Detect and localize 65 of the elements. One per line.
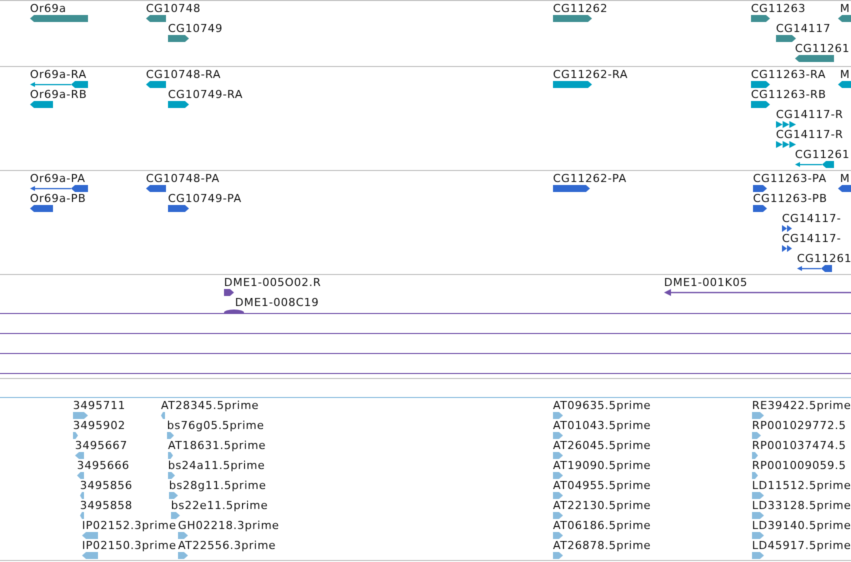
feature-label: CG11262 — [553, 2, 608, 15]
feature-label: IP02152.3prime — [82, 519, 176, 532]
feature-label: CG11262-RA — [553, 68, 628, 81]
feature-label: bs24a11.5prime — [168, 459, 265, 472]
feature-label: CG10748 — [146, 2, 201, 15]
feature-label: M — [840, 2, 850, 15]
feature-label: CG10749-PA — [168, 192, 242, 205]
feature-label: CG11261 — [795, 148, 850, 161]
feature-label: 3495711 — [73, 399, 126, 412]
feature-label: CG10748-RA — [146, 68, 221, 81]
feature-label: Or69a-PA — [30, 172, 86, 185]
feature-label: DME1-005O02.R — [224, 276, 322, 289]
feature-label: Or69a-RA — [30, 68, 87, 81]
feature-label: AT19090.5prime — [553, 459, 651, 472]
feature-label: LD11512.5prime — [752, 479, 851, 492]
feature-label: CG14117 — [776, 22, 831, 35]
feature-label: LD45917.5prime — [752, 539, 851, 552]
feature-label: AT22556.3prime — [178, 539, 276, 552]
feature-label: AT18631.5prime — [168, 439, 266, 452]
feature-label: CG14117-R — [776, 108, 844, 121]
feature-label: bs76g05.5prime — [167, 419, 264, 432]
feature-label: GH02218.3prime — [178, 519, 280, 532]
feature-label: AT26045.5prime — [553, 439, 651, 452]
feature-label: CG11261 — [797, 252, 851, 265]
feature-label: Or69a-RB — [30, 88, 88, 101]
feature-label: RP001037474.5 — [752, 439, 846, 452]
feature-label: RP001009059.5 — [752, 459, 846, 472]
feature-label: M — [840, 172, 850, 185]
feature-label: LD33128.5prime — [752, 499, 851, 512]
feature-label: CG14117- — [782, 232, 842, 245]
feature-label: DME1-008C19 — [235, 296, 320, 309]
feature-label: DME1-001K05 — [664, 276, 748, 289]
feature-label: 3495902 — [73, 419, 126, 432]
feature-label: 3495856 — [80, 479, 132, 492]
feature-label: AT06186.5prime — [553, 519, 651, 532]
feature-label: CG10749-RA — [168, 88, 243, 101]
feature-label: CG11263-PB — [753, 192, 828, 205]
feature-label: AT26878.5prime — [553, 539, 651, 552]
feature-label: RE39422.5prime — [752, 399, 851, 412]
feature-label: CG14117-R — [776, 128, 844, 141]
feature-label: CG10748-PA — [146, 172, 220, 185]
feature-label: IP02150.3prime — [82, 539, 176, 552]
feature-label: bs28g11.5prime — [169, 479, 266, 492]
feature-label: CG11263-RA — [751, 68, 826, 81]
feature-label: CG10749 — [168, 22, 223, 35]
feature-label: 3495858 — [80, 499, 132, 512]
feature-label: CG11261 — [795, 42, 850, 55]
feature-label: CG11263-RB — [751, 88, 826, 101]
feature-label: AT22130.5prime — [553, 499, 651, 512]
feature-label: Or69a — [30, 2, 66, 15]
feature-label: CG14117- — [782, 212, 842, 225]
feature-label: LD39140.5prime — [752, 519, 851, 532]
feature-label: CG11263-PA — [753, 172, 827, 185]
feature-label: AT04955.5prime — [553, 479, 651, 492]
feature-label: 3495667 — [75, 439, 128, 452]
feature-label: 3495666 — [77, 459, 130, 472]
feature-label: CG11263 — [751, 2, 806, 15]
feature-label: AT09635.5prime — [553, 399, 651, 412]
feature-label: Or69a-PB — [30, 192, 86, 205]
feature-label: bs22e11.5prime — [171, 499, 268, 512]
feature-label: M — [840, 68, 850, 81]
feature-label: AT28345.5prime — [161, 399, 259, 412]
feature-label: CG11262-PA — [553, 172, 627, 185]
feature-label: AT01043.5prime — [553, 419, 651, 432]
feature-label: RP001029772.5 — [752, 419, 846, 432]
